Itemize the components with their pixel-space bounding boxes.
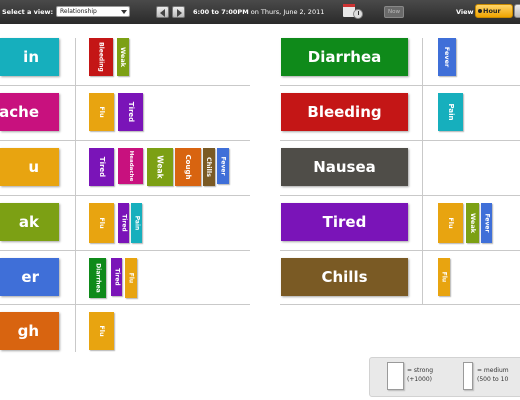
related-symptom-label: Fever xyxy=(443,46,451,68)
row-divider-left xyxy=(0,195,250,196)
related-symptom-label: Flu xyxy=(97,325,106,337)
row-divider-right xyxy=(280,140,520,141)
symptom-button[interactable]: Diarrhea xyxy=(281,38,408,76)
related-symptom-chip[interactable]: Flu xyxy=(89,312,114,350)
symptom-button[interactable]: gh xyxy=(0,312,59,350)
hour-toggle-label: Hour xyxy=(483,7,501,15)
related-symptom-chip[interactable]: Bleeding xyxy=(89,38,113,76)
symptom-button[interactable]: ak xyxy=(0,203,59,241)
row-divider-left xyxy=(0,250,250,251)
related-symptom-chip[interactable]: Weak xyxy=(147,148,173,186)
row-divider-right xyxy=(280,304,520,305)
legend-strong-label: = strong xyxy=(407,367,434,374)
related-symptom-label: Fever xyxy=(219,156,227,176)
related-symptom-label: Chills xyxy=(205,157,213,177)
time-range-label: 6:00 to 7:00PM on Thurs, June 2, 2011 xyxy=(193,8,324,16)
symptom-button[interactable]: u xyxy=(0,148,59,186)
related-symptom-chip[interactable]: Fever xyxy=(481,203,492,243)
column-divider-right xyxy=(422,38,423,304)
symptom-button[interactable]: in xyxy=(0,38,59,76)
row-divider-right xyxy=(280,195,520,196)
legend-medium-label: = medium xyxy=(477,367,509,374)
related-symptom-label: Flu xyxy=(127,272,135,284)
column-divider-left xyxy=(75,38,76,352)
related-symptom-chip[interactable]: Flu xyxy=(89,93,114,131)
related-symptom-chip[interactable]: Flu xyxy=(438,203,463,243)
related-symptom-label: Cough xyxy=(184,154,192,180)
related-symptom-chip[interactable]: Tired xyxy=(89,148,114,186)
related-symptom-label: Flu xyxy=(446,217,455,229)
symptom-button[interactable]: Tired xyxy=(281,203,408,241)
related-symptom-chip[interactable]: Flu xyxy=(438,258,450,296)
time-range-hours: 6:00 to 7:00PM xyxy=(193,8,249,16)
symptom-button[interactable]: Nausea xyxy=(281,148,408,186)
symptom-button[interactable]: Bleeding xyxy=(281,93,408,131)
related-symptom-chip[interactable]: Tired xyxy=(111,258,122,296)
row-divider-left xyxy=(0,140,250,141)
related-symptom-label: Weak xyxy=(468,212,477,234)
view-select[interactable]: Relationship xyxy=(56,6,130,17)
related-symptom-label: Tired xyxy=(113,268,120,286)
related-symptom-chip[interactable]: Tired xyxy=(118,93,143,131)
related-symptom-chip[interactable]: Pain xyxy=(131,203,142,243)
related-symptom-label: Flu xyxy=(97,106,106,118)
related-symptom-label: Tired xyxy=(97,156,106,178)
related-symptom-chip[interactable]: Cough xyxy=(175,148,201,186)
symptom-button[interactable]: er xyxy=(0,258,59,296)
related-symptom-label: Weak xyxy=(155,155,165,179)
radio-selected-icon xyxy=(478,9,482,13)
legend-medium-swatch xyxy=(463,362,473,390)
row-divider-right xyxy=(280,250,520,251)
related-symptom-label: Bleeding xyxy=(97,42,105,72)
top-toolbar: Select a view: Relationship 6:00 to 7:00… xyxy=(0,0,520,24)
related-symptom-label: Headache xyxy=(127,150,134,182)
related-symptom-label: Flu xyxy=(440,271,448,283)
clock-icon[interactable] xyxy=(353,9,363,19)
related-symptom-chip[interactable]: Fever xyxy=(438,38,456,76)
related-symptom-chip[interactable]: Flu xyxy=(89,203,114,243)
related-symptom-label: Weak xyxy=(119,46,127,68)
chevron-down-icon xyxy=(121,10,127,14)
view-by-next-tab[interactable] xyxy=(514,4,520,18)
legend-strong-swatch xyxy=(387,362,404,390)
row-divider-left xyxy=(0,304,250,305)
select-view-label: Select a view: xyxy=(2,8,54,16)
related-symptom-chip[interactable]: Weak xyxy=(117,38,129,76)
symptom-button[interactable]: ache xyxy=(0,93,59,131)
related-symptom-chip[interactable]: Pain xyxy=(438,93,463,131)
legend-medium-range: (500 to 10 xyxy=(477,376,509,383)
related-symptom-chip[interactable]: Flu xyxy=(125,258,137,298)
related-symptom-chip[interactable]: Weak xyxy=(466,203,479,243)
next-hour-button[interactable] xyxy=(172,6,185,18)
related-symptom-chip[interactable]: Diarrhea xyxy=(89,258,106,298)
arrow-left-icon xyxy=(160,9,165,17)
related-symptom-chip[interactable]: Headache xyxy=(118,148,143,184)
now-button[interactable]: Now xyxy=(384,6,404,18)
arrow-right-icon xyxy=(177,9,182,17)
row-divider-left xyxy=(0,85,250,86)
related-symptom-chip[interactable]: Chills xyxy=(203,148,215,186)
view-select-value: Relationship xyxy=(60,8,97,15)
related-symptom-label: Tired xyxy=(120,214,127,232)
row-divider-right xyxy=(280,85,520,86)
related-symptom-label: Pain xyxy=(446,103,455,121)
related-symptom-chip[interactable]: Fever xyxy=(217,148,229,184)
related-symptom-label: Flu xyxy=(97,217,106,229)
time-range-date: on Thurs, June 2, 2011 xyxy=(250,8,325,16)
strength-legend: = strong (+1000) = medium (500 to 10 xyxy=(369,357,520,397)
legend-strong-range: (+1000) xyxy=(407,376,432,383)
symptom-button[interactable]: Chills xyxy=(281,258,408,296)
related-symptom-chip[interactable]: Tired xyxy=(118,203,129,243)
related-symptom-label: Diarrhea xyxy=(94,263,101,293)
related-symptom-label: Fever xyxy=(483,213,490,233)
related-symptom-label: Tired xyxy=(126,101,135,123)
previous-hour-button[interactable] xyxy=(156,6,169,18)
related-symptom-label: Pain xyxy=(133,215,140,231)
hour-toggle-button[interactable]: Hour xyxy=(475,4,513,18)
